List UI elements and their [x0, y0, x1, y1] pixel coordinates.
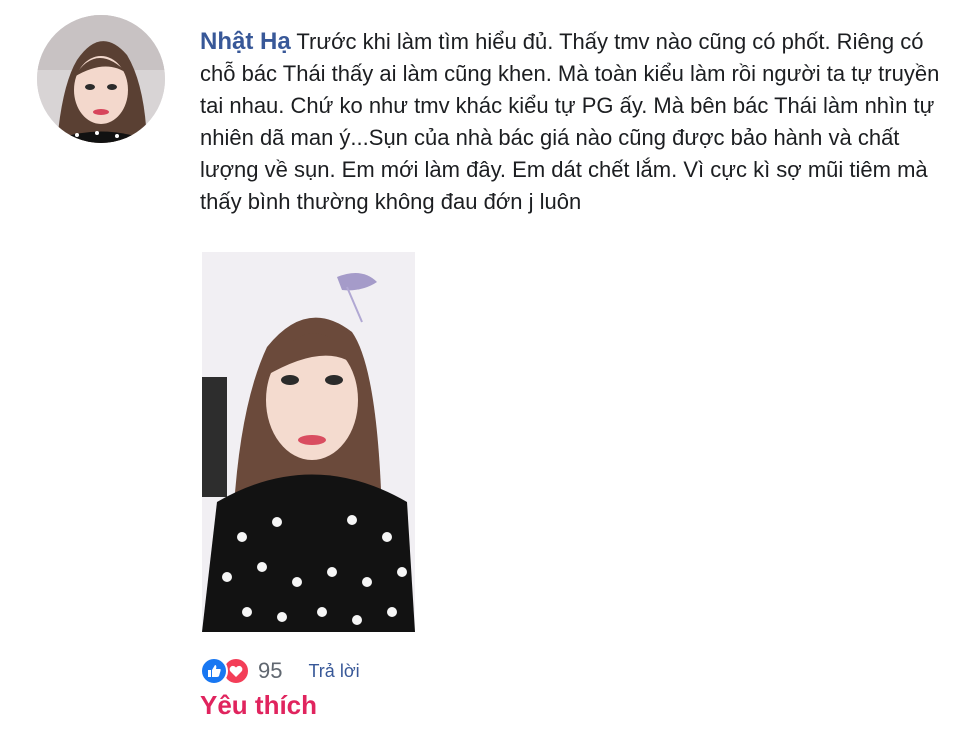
- comment-actions: 95 Trả lời: [200, 656, 360, 686]
- avatar[interactable]: [37, 15, 165, 143]
- comment-body: Nhật Hạ Trước khi làm tìm hiểu đủ. Thấy …: [200, 26, 940, 218]
- comment-text: Trước khi làm tìm hiểu đủ. Thấy tmv nào …: [200, 29, 940, 214]
- author-name[interactable]: Nhật Hạ: [200, 28, 291, 55]
- reply-button[interactable]: Trả lời: [308, 661, 359, 682]
- comment-photo[interactable]: [202, 252, 415, 632]
- avatar-image: [37, 15, 165, 143]
- reaction-count[interactable]: 95: [258, 658, 282, 684]
- favorite-label: Yêu thích: [200, 690, 318, 720]
- like-icon[interactable]: [200, 657, 228, 685]
- comment-photo-image: [202, 252, 415, 632]
